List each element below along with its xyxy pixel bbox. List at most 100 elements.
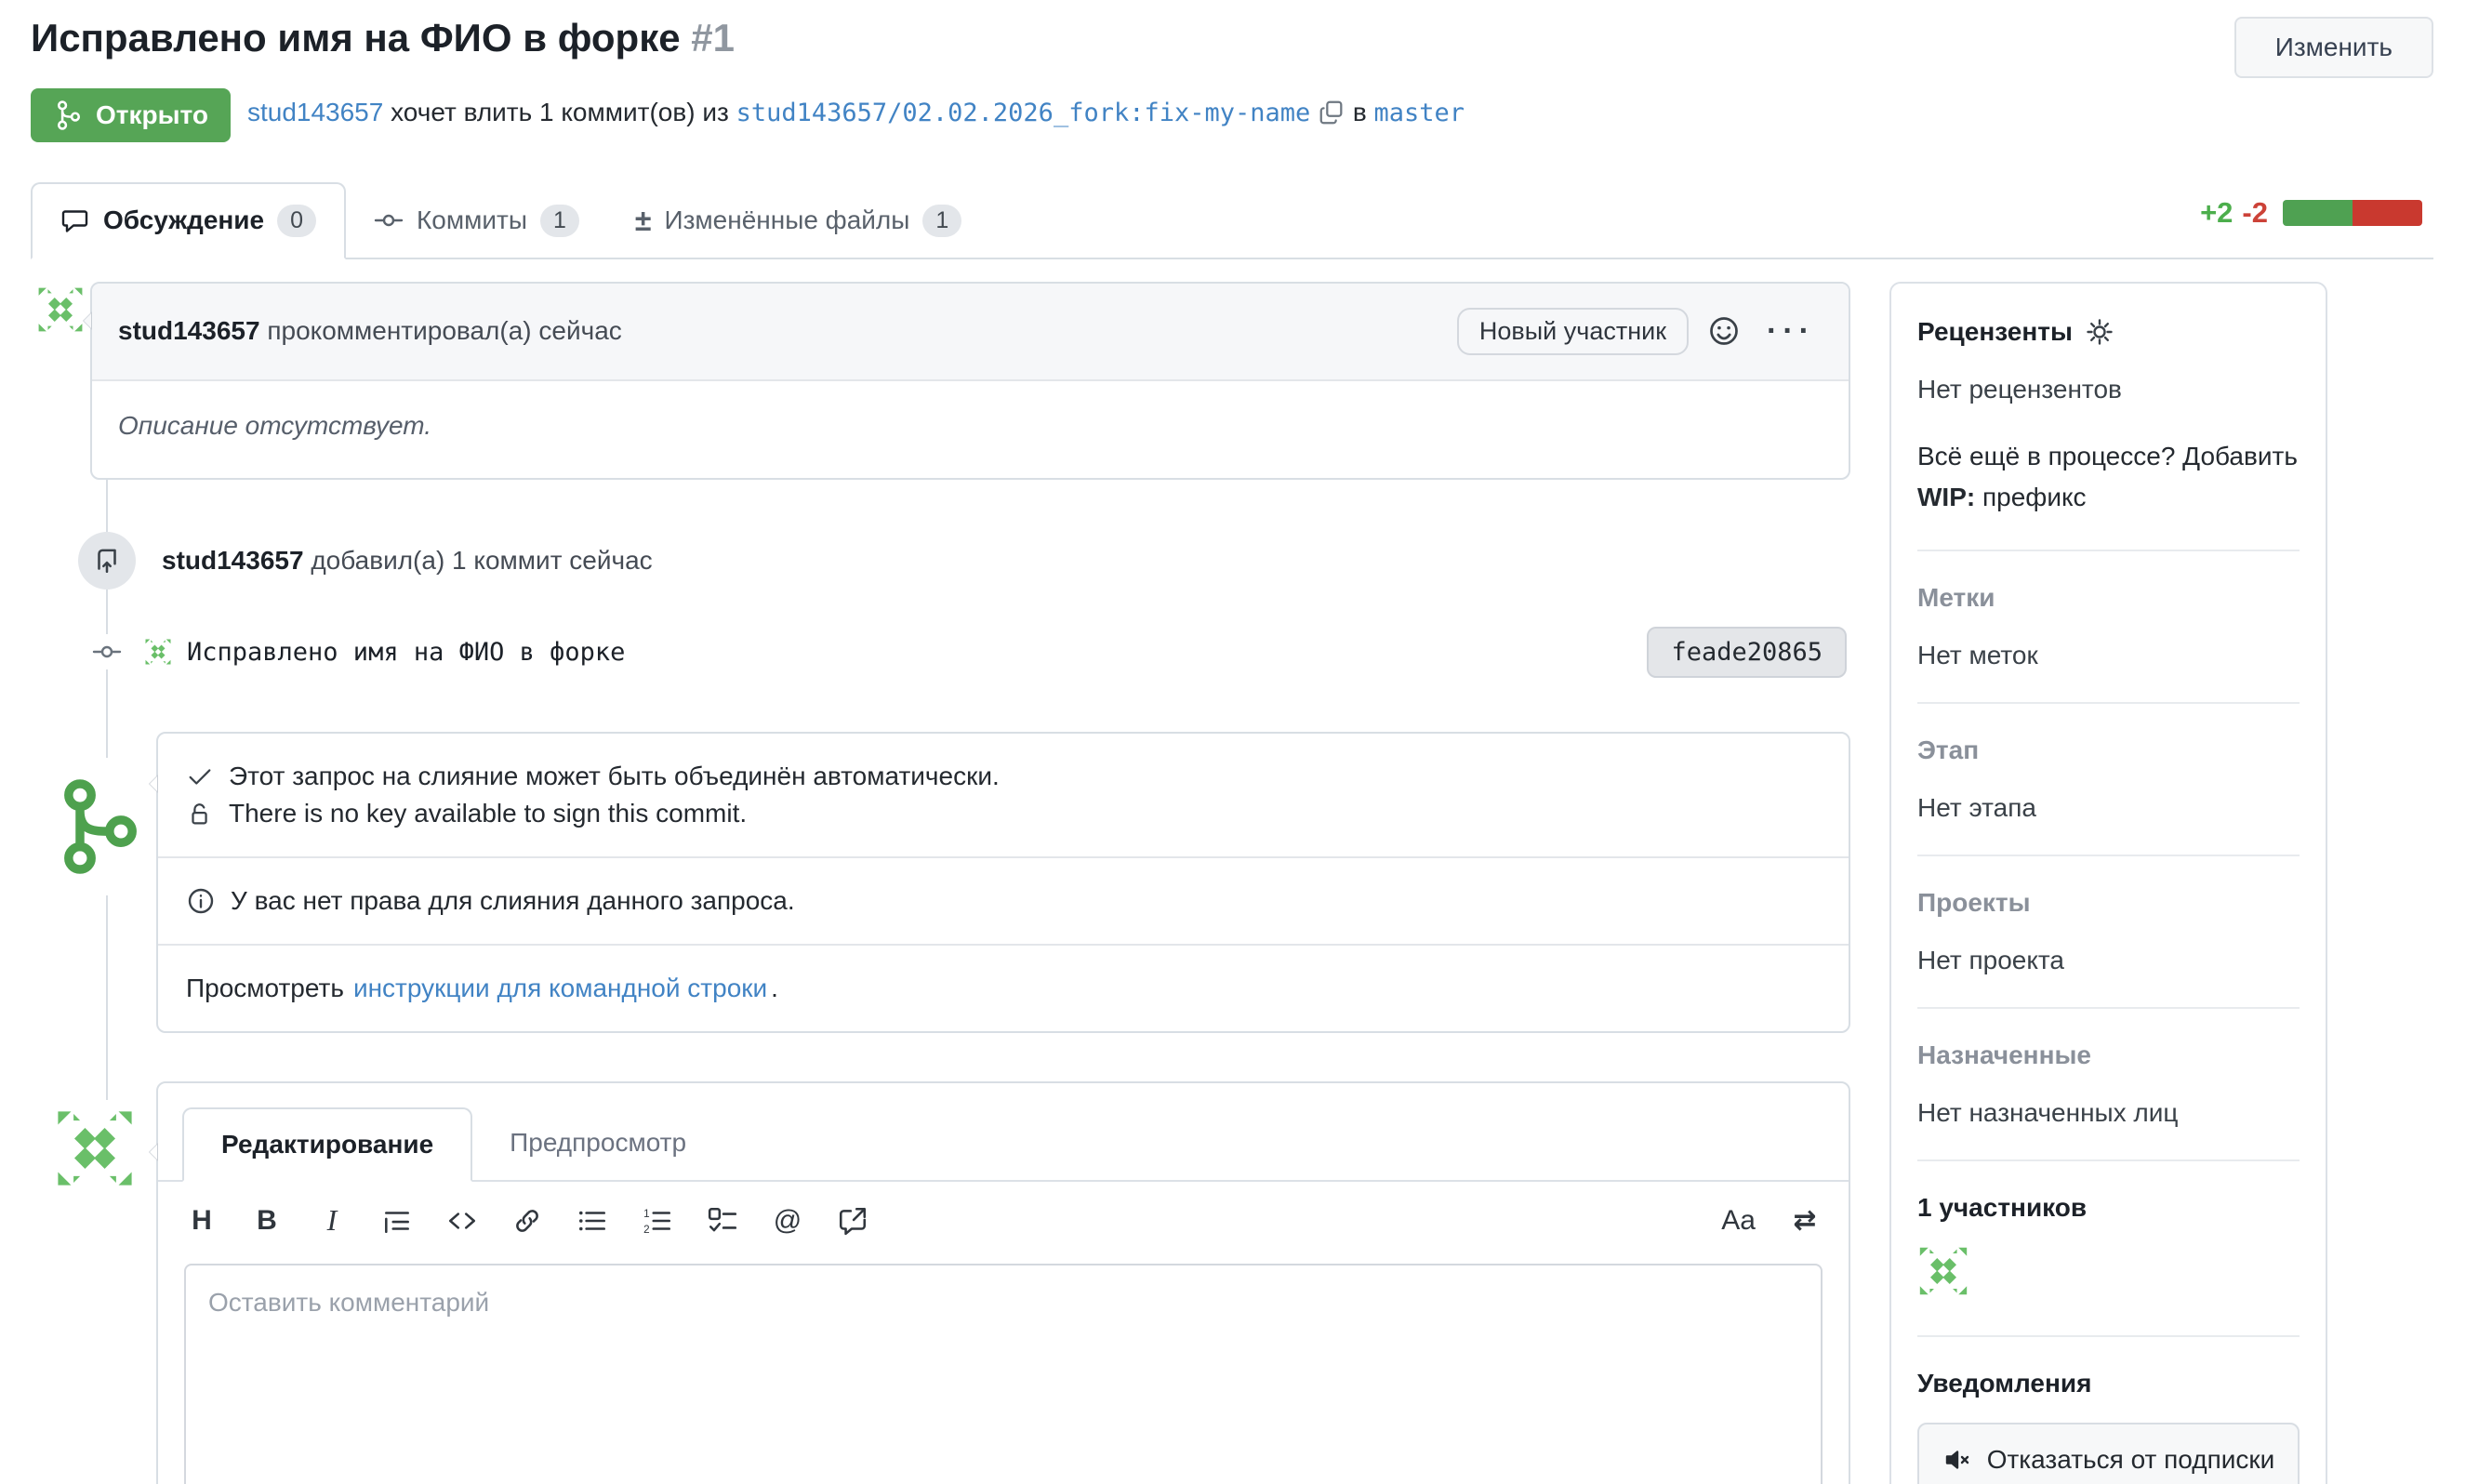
instructions-suffix: . — [771, 970, 778, 1007]
unsubscribe-button[interactable]: Отказаться от подписки — [1917, 1423, 2300, 1484]
sidebar-section-participants: 1 участников — [1917, 1161, 2300, 1337]
ordered-list-icon[interactable]: 12 — [642, 1204, 673, 1238]
bold-icon[interactable]: B — [251, 1204, 283, 1238]
sign-warning-line: There is no key available to sign this c… — [186, 795, 1821, 832]
tab-count: 1 — [922, 205, 961, 237]
svg-text:2: 2 — [643, 1223, 650, 1235]
instructions-line: Просмотреть инструкции для командной стр… — [186, 970, 1821, 1007]
tab-count: 0 — [277, 205, 316, 237]
comment-menu-button[interactable]: ··· — [1759, 313, 1823, 350]
mention-icon[interactable]: @ — [772, 1204, 803, 1238]
no-reviewers-text: Нет рецензентов — [1917, 375, 2300, 404]
code-icon[interactable] — [446, 1204, 478, 1238]
reviewers-title: Рецензенты — [1917, 317, 2300, 347]
comment-byline: stud143657 прокомментировал(а) сейчас — [118, 316, 1438, 346]
no-permission-text: У вас нет права для слияния данного запр… — [231, 882, 795, 920]
switch-context-icon[interactable]: ⇄ — [1789, 1204, 1821, 1238]
deletions-count: -2 — [2242, 196, 2268, 230]
gear-icon[interactable] — [2086, 318, 2114, 346]
cli-instructions-link[interactable]: инструкции для командной строки — [353, 970, 767, 1007]
comment-textarea[interactable] — [184, 1264, 1823, 1484]
push-event: stud143657 добавил(а) 1 коммит сейчас — [31, 532, 1850, 590]
pr-status-badge: Открыто — [31, 88, 231, 142]
merge-box-caret — [139, 775, 158, 793]
instructions-prefix: Просмотреть — [186, 970, 344, 1007]
wip-bold[interactable]: WIP: — [1917, 483, 1975, 511]
quote-icon[interactable] — [381, 1204, 413, 1238]
tab-label: Коммиты — [417, 205, 527, 235]
push-author-link[interactable]: stud143657 — [162, 546, 304, 575]
sidebar-section-projects: Проекты Нет проекта — [1917, 856, 2300, 1009]
toolbar-right-group: Aa ⇄ — [1721, 1204, 1821, 1238]
pr-tabs: Обсуждение 0 Коммиты 1 ± Изменённые файл… — [31, 179, 2433, 259]
pr-meta-text: stud143657 хочет влить 1 коммит(ов) из s… — [247, 98, 1465, 133]
comment-action-text: прокомментировал(а) сейчас — [267, 316, 621, 345]
italic-icon[interactable]: I — [316, 1204, 348, 1238]
smiley-icon — [1707, 314, 1741, 348]
reference-icon[interactable] — [837, 1204, 868, 1238]
target-branch-link[interactable]: master — [1374, 99, 1465, 127]
copy-branch-icon[interactable] — [1318, 99, 1345, 133]
pr-timeline: stud143657 прокомментировал(а) сейчас Но… — [31, 282, 1850, 1484]
add-reaction-button[interactable] — [1707, 314, 1741, 348]
task-list-icon[interactable] — [707, 1204, 738, 1238]
issue-number: #1 — [691, 16, 735, 60]
commit-hash-link[interactable]: feade20865 — [1647, 627, 1847, 678]
unordered-list-icon[interactable] — [577, 1204, 608, 1238]
wip-suffix: префикс — [1975, 483, 2086, 511]
page-title: Исправлено имя на ФИО в форке #1 — [31, 13, 2220, 64]
into-text: в — [1353, 98, 1367, 126]
additions-count: +2 — [2200, 196, 2233, 230]
info-icon — [186, 886, 216, 916]
new-member-badge: Новый участник — [1457, 308, 1689, 355]
projects-title: Проекты — [1917, 888, 2300, 918]
tab-preview[interactable]: Предпросмотр — [472, 1107, 723, 1180]
pr-sidebar: Рецензенты Нет рецензентов Всё ещё в про… — [1889, 282, 2327, 1484]
repo-push-icon — [78, 532, 136, 590]
editor-card: Редактирование Предпросмотр H B I 12 @ — [156, 1081, 1850, 1484]
svg-text:1: 1 — [643, 1207, 650, 1219]
diff-ratio-bar — [2283, 200, 2422, 226]
sidebar-section-milestone: Этап Нет этапа — [1917, 704, 2300, 856]
commit-author-avatar[interactable] — [144, 638, 172, 666]
pr-title-text: Исправлено имя на ФИО в форке — [31, 16, 681, 60]
merge-instructions-section: Просмотреть инструкции для командной стр… — [158, 946, 1849, 1031]
heading-icon[interactable]: H — [186, 1204, 218, 1238]
participants-title: 1 участников — [1917, 1193, 2300, 1223]
comment-author-link[interactable]: stud143657 — [118, 316, 260, 345]
unsubscribe-label: Отказаться от подписки — [1987, 1445, 2275, 1475]
tab-edit[interactable]: Редактирование — [182, 1107, 472, 1182]
check-icon — [186, 762, 214, 790]
author-link[interactable]: stud143657 — [247, 98, 383, 126]
git-merge-icon-large — [58, 758, 143, 895]
tab-count: 1 — [540, 205, 579, 237]
edit-button[interactable]: Изменить — [2234, 17, 2433, 78]
font-size-icon[interactable]: Aa — [1721, 1204, 1756, 1238]
tab-discussion[interactable]: Обсуждение 0 — [31, 182, 346, 259]
sidebar-section-notifications: Уведомления Отказаться от подписки — [1917, 1337, 2300, 1484]
sidebar-section-labels: Метки Нет меток — [1917, 551, 2300, 704]
editor-caret — [139, 1143, 158, 1161]
diff-icon: ± — [635, 205, 652, 235]
reviewers-title-text: Рецензенты — [1917, 317, 2073, 347]
notifications-title: Уведомления — [1917, 1369, 2300, 1398]
wip-hint: Всё ещё в процессе? Добавить WIP: префик… — [1917, 436, 2300, 518]
pr-status-label: Открыто — [96, 100, 208, 130]
commit-message-link[interactable]: Исправлено имя на ФИО в форке — [187, 638, 1647, 667]
unlock-icon — [186, 800, 214, 828]
source-branch-link[interactable]: stud143657/02.02.2026_fork:fix-my-name — [736, 99, 1311, 127]
wip-prefix: Всё ещё в процессе? Добавить — [1917, 442, 2298, 470]
tab-commits[interactable]: Коммиты 1 — [346, 184, 607, 258]
editor-toolbar: H B I 12 @ Aa ⇄ — [158, 1182, 1849, 1254]
no-permission-line: У вас нет права для слияния данного запр… — [186, 882, 1821, 920]
mergeable-text: Этот запрос на слияние может быть объеди… — [229, 758, 1000, 795]
participant-avatar[interactable] — [1917, 1245, 1969, 1297]
comment-editor: Редактирование Предпросмотр H B I 12 @ — [156, 1081, 1850, 1484]
tab-changed-files[interactable]: ± Изменённые файлы 1 — [607, 184, 989, 258]
link-icon[interactable] — [511, 1204, 543, 1238]
current-user-avatar[interactable] — [54, 1107, 136, 1189]
tab-label: Обсуждение — [103, 205, 264, 235]
diff-stats: +2 -2 — [2200, 196, 2422, 230]
commit-row: Исправлено имя на ФИО в форке feade20865 — [31, 627, 1850, 678]
assignees-title: Назначенные — [1917, 1040, 2300, 1070]
